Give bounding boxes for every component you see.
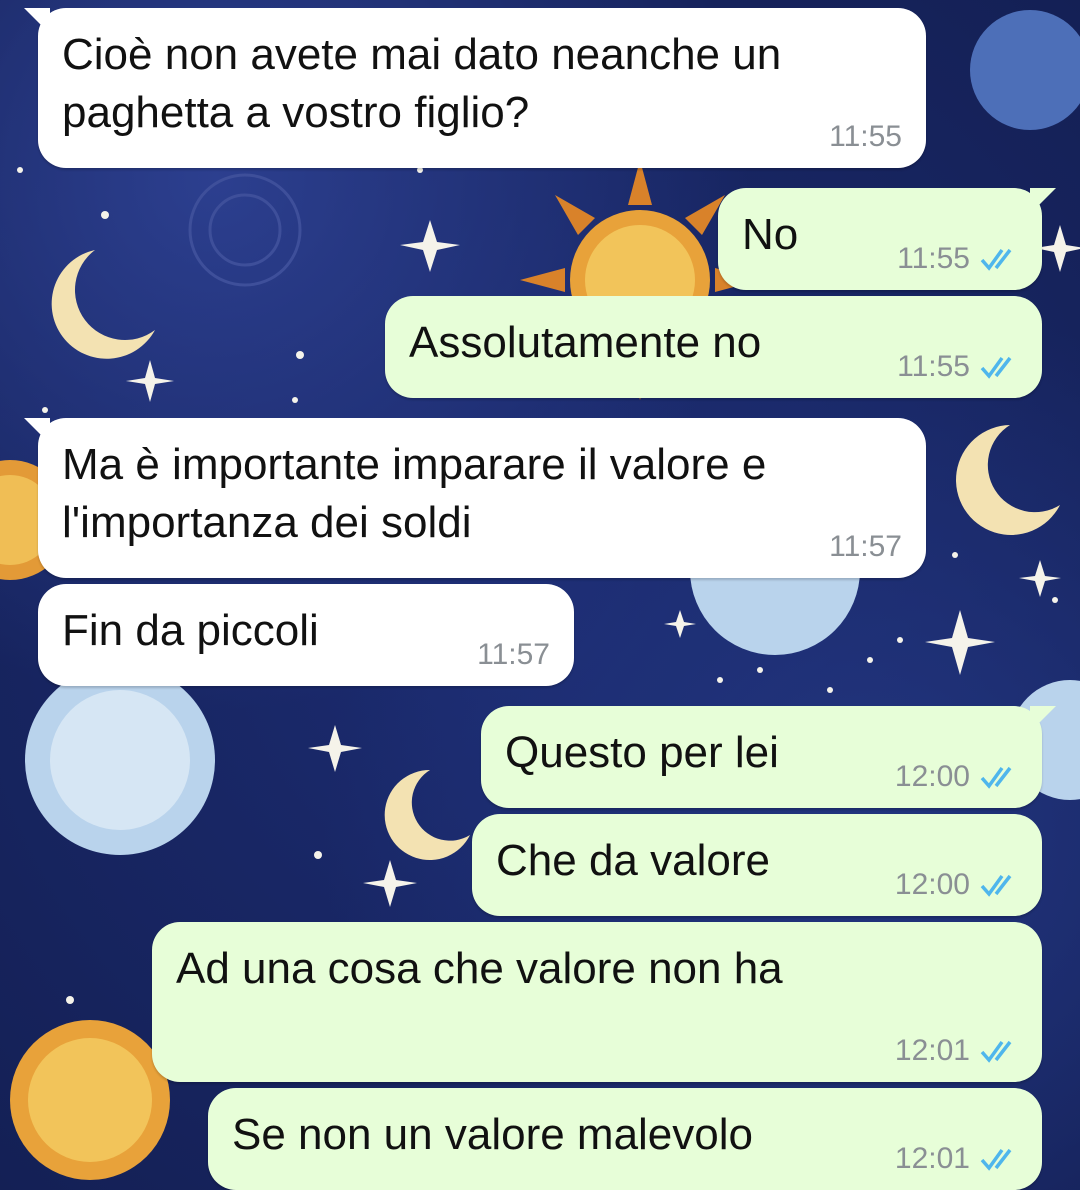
message-timestamp: 11:57 (829, 530, 902, 564)
bubble-tail (1030, 706, 1056, 732)
message-time: 11:57 (829, 530, 902, 563)
double-check-read-icon (980, 1148, 1012, 1171)
bubble-tail (24, 418, 50, 444)
double-check-read-icon (980, 874, 1012, 897)
message-text: Assolutamente no (409, 318, 762, 367)
message-timestamp: 11:55 (829, 120, 902, 154)
message-bubble-outgoing[interactable]: Ad una cosa che valore non ha 12:01 (152, 922, 1042, 1082)
message-bubble-outgoing[interactable]: Se non un valore malevolo 12:01 (208, 1088, 1042, 1190)
message-timestamp: 12:01 (895, 1034, 1020, 1068)
message-time: 12:00 (894, 760, 970, 793)
message-text: Se non un valore malevolo (232, 1110, 753, 1159)
message-timestamp: 12:00 (895, 868, 1020, 902)
double-check-read-icon (980, 766, 1012, 789)
message-timestamp: 12:00 (895, 760, 1020, 794)
message-text: Ma è importante imparare il valore e l'i… (62, 440, 767, 547)
message-bubble-incoming[interactable]: Ma è importante imparare il valore e l'i… (24, 418, 926, 578)
sun-icon (10, 1020, 170, 1180)
message-text: Questo per lei (505, 728, 779, 777)
double-check-read-icon (980, 248, 1012, 271)
message-bubble-outgoing[interactable]: Che da valore 12:00 (472, 814, 1042, 916)
message-time: 11:57 (477, 638, 550, 671)
sun-outline-icon (188, 173, 302, 287)
crescent-moon-icon (956, 425, 1060, 535)
bubble-tail (1030, 188, 1056, 214)
message-timestamp: 11:57 (477, 638, 550, 672)
message-bubble-incoming[interactable]: Cioè non avete mai dato neanche un paghe… (24, 8, 926, 168)
message-time: 11:55 (897, 242, 970, 275)
message-time: 11:55 (897, 350, 970, 383)
message-text: Fin da piccoli (62, 606, 319, 655)
message-bubble-outgoing[interactable]: Assolutamente no 11:55 (385, 296, 1042, 398)
message-text: Cioè non avete mai dato neanche un paghe… (62, 30, 782, 137)
message-text: Ad una cosa che valore non ha (176, 944, 783, 993)
bubble-tail (24, 8, 50, 34)
double-check-read-icon (980, 1040, 1012, 1063)
crescent-moon-icon (384, 769, 470, 860)
message-bubble-outgoing[interactable]: No 11:55 (718, 188, 1056, 290)
message-timestamp: 11:55 (897, 242, 1020, 276)
message-timestamp: 11:55 (897, 350, 1020, 384)
message-timestamp: 12:01 (895, 1142, 1020, 1176)
message-time: 11:55 (829, 120, 902, 153)
message-text: No (742, 210, 799, 259)
message-time: 12:00 (894, 868, 970, 901)
message-time: 12:01 (894, 1142, 970, 1175)
message-bubble-incoming[interactable]: Fin da piccoli 11:57 (38, 584, 574, 686)
message-time: 12:01 (894, 1034, 970, 1067)
double-check-read-icon (980, 356, 1012, 379)
crescent-moon-icon (51, 250, 155, 359)
message-text: Che da valore (496, 836, 770, 885)
message-bubble-outgoing[interactable]: Questo per lei 12:00 (481, 706, 1056, 808)
